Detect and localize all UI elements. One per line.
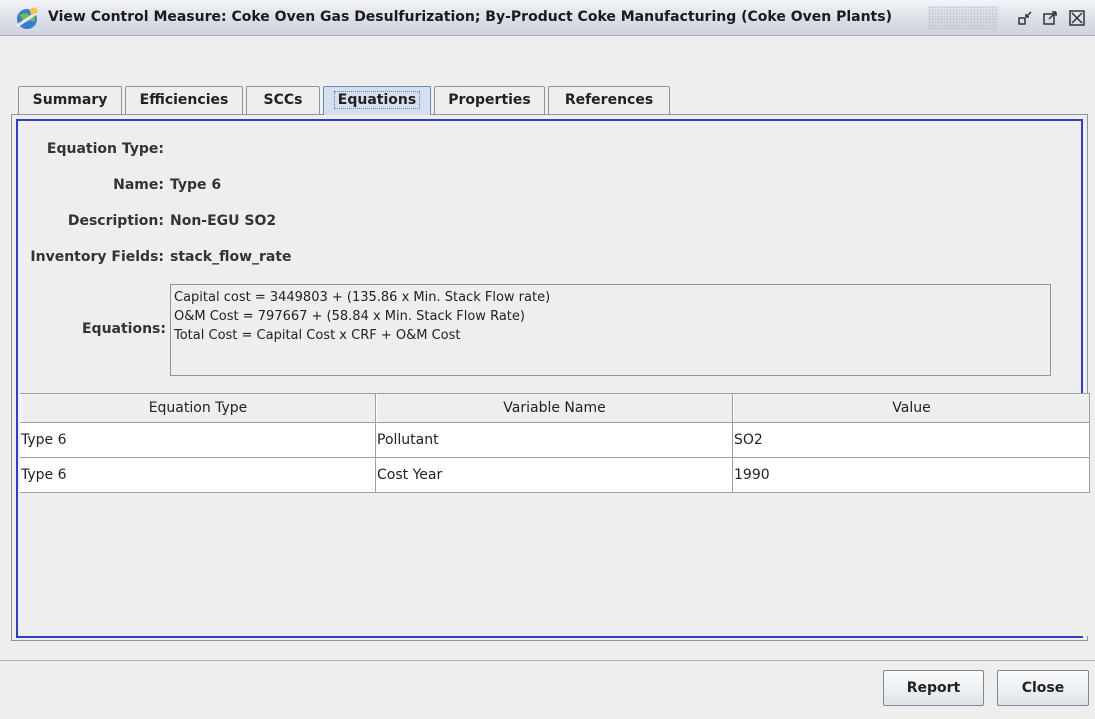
window-title: View Control Measure: Coke Oven Gas Desu… [48,9,892,25]
cell-variable-name: Pollutant [376,423,733,457]
title-bar[interactable]: View Control Measure: Coke Oven Gas Desu… [0,0,1095,36]
name-value: Type 6 [170,177,222,193]
equations-label: Equations: [81,321,166,337]
report-button[interactable]: Report [883,670,984,706]
variables-table[interactable]: Equation Type Variable Name Value Type 6… [20,393,1090,636]
equation-line: O&M Cost = 797667 + (58.84 x Min. Stack … [174,309,525,324]
column-header-equation-type[interactable]: Equation Type [20,394,376,422]
tab-equations[interactable]: Equations [323,86,431,115]
equation-type-label: Equation Type: [46,141,164,157]
app-globe-icon [15,6,40,31]
tab-sccs[interactable]: SCCs [246,86,320,114]
inventory-fields-value: stack_flow_rate [170,249,292,265]
equation-line: Capital cost = 3449803 + (135.86 x Min. … [174,290,551,305]
table-row[interactable]: Type 6 Cost Year 1990 [20,458,1090,493]
cell-equation-type: Type 6 [20,458,376,492]
tab-references[interactable]: References [548,86,670,114]
footer-separator [0,660,1095,661]
column-header-variable-name[interactable]: Variable Name [376,394,733,422]
table-header: Equation Type Variable Name Value [20,393,1090,423]
description-value: Non-EGU SO2 [170,213,277,229]
close-button[interactable]: Close [997,670,1089,706]
cell-equation-type: Type 6 [20,423,376,457]
column-header-value[interactable]: Value [733,394,1090,422]
title-grip [928,6,998,30]
name-label: Name: [113,177,164,193]
cell-variable-name: Cost Year [376,458,733,492]
equations-panel-focus: Equation Type: Name: Type 6 Description:… [16,119,1090,638]
close-window-icon[interactable] [1068,9,1086,27]
equations-text-area[interactable]: Capital cost = 3449803 + (135.86 x Min. … [170,284,1051,376]
cell-value: SO2 [733,423,1090,457]
tab-summary[interactable]: Summary [18,86,122,114]
tab-properties[interactable]: Properties [434,86,545,114]
equations-panel: Equation Type: Name: Type 6 Description:… [11,114,1090,641]
inventory-fields-label: Inventory Fields: [30,249,164,265]
cell-value: 1990 [733,458,1090,492]
maximize-icon[interactable] [1041,9,1059,27]
table-row[interactable]: Type 6 Pollutant SO2 [20,423,1090,458]
description-label: Description: [67,213,164,229]
tab-efficiencies[interactable]: Efficiencies [125,86,243,114]
minimize-icon[interactable] [1016,9,1034,27]
equation-line: Total Cost = Capital Cost x CRF + O&M Co… [174,328,461,343]
